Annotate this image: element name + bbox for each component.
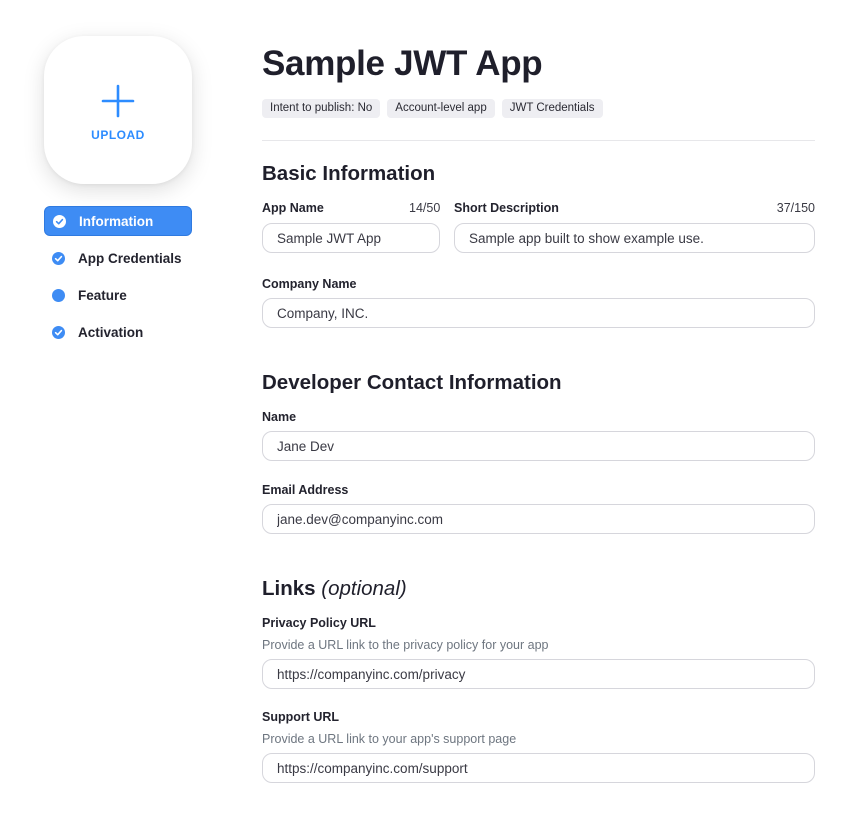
tag-jwt-credentials: JWT Credentials [501, 99, 603, 118]
links-title: Links [262, 577, 316, 600]
support-url-label: Support URL [262, 710, 340, 724]
company-name-input[interactable] [262, 298, 815, 328]
short-description-input[interactable] [454, 223, 815, 253]
nav-item-app-credentials[interactable]: App Credentials [44, 243, 192, 273]
short-description-label: Short Description [454, 201, 559, 215]
nav-item-information[interactable]: Information [44, 206, 192, 236]
upload-label: UPLOAD [91, 128, 145, 142]
nav-item-label: Information [79, 213, 154, 229]
developer-name-input[interactable] [262, 431, 815, 461]
short-description-counter: 37/150 [776, 201, 815, 215]
support-url-help: Provide a URL link to your app's support… [262, 732, 517, 746]
company-name-label: Company Name [262, 277, 357, 291]
app-name-input[interactable] [262, 223, 440, 253]
page-title: Sample JWT App [262, 44, 543, 83]
section-title-developer-contact: Developer Contact Information [262, 371, 562, 394]
side-nav: Information App Credentials Feature Acti… [44, 206, 192, 354]
email-address-input[interactable] [262, 504, 815, 534]
app-tags: Intent to publish: No Account-level app … [262, 99, 610, 118]
section-title-basic-information: Basic Information [262, 162, 436, 185]
nav-item-feature[interactable]: Feature [44, 280, 192, 310]
tag-intent-to-publish: Intent to publish: No [262, 99, 381, 118]
check-circle-icon [53, 214, 66, 228]
section-title-links: Links (optional) [262, 577, 407, 601]
email-address-label: Email Address [262, 483, 349, 497]
tag-account-level: Account-level app [387, 99, 495, 118]
app-name-label: App Name [262, 201, 324, 215]
upload-button[interactable]: UPLOAD [44, 36, 192, 184]
app-name-counter: 14/50 [409, 201, 441, 215]
nav-item-label: Activation [78, 324, 144, 340]
plus-icon [101, 84, 135, 118]
nav-item-activation[interactable]: Activation [44, 317, 192, 347]
developer-name-label: Name [262, 410, 297, 424]
support-url-input[interactable] [262, 753, 815, 783]
privacy-policy-url-help: Provide a URL link to the privacy policy… [262, 638, 549, 652]
nav-item-label: App Credentials [78, 250, 182, 266]
links-optional-note: (optional) [321, 577, 407, 600]
privacy-policy-url-label: Privacy Policy URL [262, 616, 376, 630]
nav-item-label: Feature [78, 287, 127, 303]
check-circle-icon [52, 251, 65, 265]
dot-icon [52, 288, 65, 302]
divider [262, 140, 815, 141]
check-circle-icon [52, 325, 65, 339]
privacy-policy-url-input[interactable] [262, 659, 815, 689]
